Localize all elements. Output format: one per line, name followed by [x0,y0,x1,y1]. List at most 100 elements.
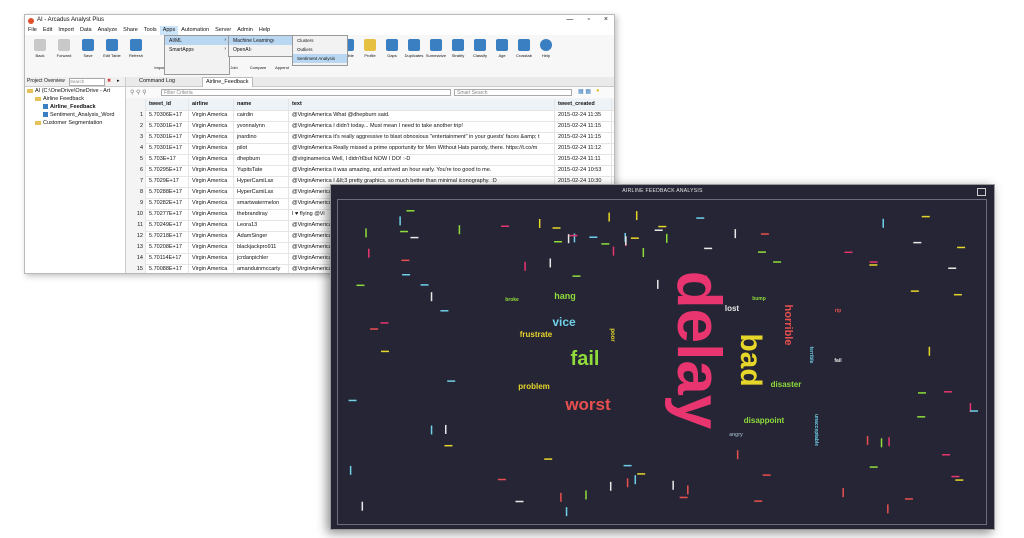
back-button[interactable]: Back [27,39,53,58]
table-cell[interactable]: AdamSinger [235,231,289,242]
menu-automation[interactable]: Automation [178,26,212,35]
menu-apps[interactable]: Apps [159,26,179,35]
menu-item-machine-learning[interactable]: Machine Learning› [229,36,293,45]
grid-tools-icon[interactable]: ▦ ▦ [578,88,591,95]
column-header-tweet-created[interactable]: tweet_created [556,99,612,110]
smart-search-input[interactable]: Smart Search [454,89,572,96]
ribbon-compare-label[interactable]: Compare [245,65,271,70]
table-cell[interactable]: 5.70218E+17 [147,231,189,242]
table-cell[interactable]: 5.70288E+17 [147,187,189,198]
table-cell[interactable]: Virgin America [190,110,234,121]
table-cell[interactable]: amanduinmccarty [235,264,289,273]
row-number[interactable]: 10 [126,209,146,220]
table-cell[interactable]: 5.70301E+17 [147,132,189,143]
table-cell[interactable]: 5.703E+17 [147,154,189,165]
table-cell[interactable]: 5.7029E+17 [147,176,189,187]
row-number[interactable]: 15 [126,264,146,273]
table-cell[interactable]: Virgin America [190,209,234,220]
table-cell[interactable]: Virgin America [190,220,234,231]
row-number[interactable]: 5 [126,154,146,165]
table-cell[interactable]: Virgin America [190,143,234,154]
table-cell[interactable]: YupitsTate [235,165,289,176]
column-header-airline[interactable]: airline [190,99,234,110]
filter-icon[interactable]: ⚲ ⚲ ⚲ [130,89,147,96]
tree-item-root[interactable]: AI (C:\OneDrive\OneDrive - Art [25,87,125,95]
row-number[interactable]: 11 [126,220,146,231]
column-header-text[interactable]: text [290,99,555,110]
table-cell[interactable]: 2015-02-24 11:12 [556,143,612,154]
table-cell[interactable]: Leora13 [235,220,289,231]
table-cell[interactable]: @VirginAmerica it was amazing, and arriv… [290,165,555,176]
table-cell[interactable]: 2015-02-24 10:53 [556,165,612,176]
table-cell[interactable]: Virgin America [190,187,234,198]
table-cell[interactable]: 5.70088E+17 [147,264,189,273]
row-number[interactable]: 1 [126,110,146,121]
table-cell[interactable]: Virgin America [190,264,234,273]
row-number[interactable]: 12 [126,231,146,242]
column-header-name[interactable]: name [235,99,289,110]
lightbulb-icon[interactable]: ● [596,88,600,94]
menu-file[interactable]: File [25,26,40,35]
table-cell[interactable]: Virgin America [190,253,234,264]
menu-item-outliers[interactable]: Outliers [293,45,347,54]
table-cell[interactable]: @VirginAmerica it's really aggressive to… [290,132,555,143]
menu-item-ai-ml[interactable]: AI/ML › [165,36,229,45]
table-cell[interactable]: @virginamerica Well, I didn't€but NOW I … [290,154,555,165]
table-cell[interactable]: 5.70282E+17 [147,198,189,209]
table-cell[interactable]: Virgin America [190,198,234,209]
table-cell[interactable]: @VirginAmerica Really missed a prime opp… [290,143,555,154]
row-number[interactable]: 2 [126,121,146,132]
minimize-button[interactable]: — [566,16,573,23]
table-cell[interactable]: thebrandiray [235,209,289,220]
row-number[interactable]: 4 [126,143,146,154]
table-cell[interactable]: 5.70301E+17 [147,143,189,154]
table-cell[interactable]: HyperCamiLax [235,176,289,187]
table-cell[interactable]: yvonnalynn [235,121,289,132]
help-button[interactable]: Help [533,39,559,58]
row-number[interactable]: 7 [126,176,146,187]
tab-airline-feedback[interactable]: Airline_Feedback [202,77,253,87]
filter-criteria-input[interactable]: Filter Criteria [161,89,451,96]
menu-item-openai[interactable]: OpenAI› [229,45,293,54]
close-icon[interactable]: ✖ [107,78,111,84]
menu-icon[interactable] [977,188,986,196]
table-cell[interactable]: Virgin America [190,132,234,143]
table-cell[interactable]: 2015-02-24 11:11 [556,154,612,165]
table-cell[interactable]: 5.70301E+17 [147,121,189,132]
menu-edit[interactable]: Edit [40,26,55,35]
edit-table-button[interactable]: Edit Table [99,39,125,58]
table-cell[interactable]: 5.70295E+17 [147,165,189,176]
tree-item-airline-feedback[interactable]: Airline Feedback [25,95,125,103]
table-cell[interactable]: smartwatermelon [235,198,289,209]
row-number[interactable]: 9 [126,198,146,209]
table-cell[interactable]: Virgin America [190,176,234,187]
menu-server[interactable]: Server [212,26,234,35]
tree-item-airline-feedback-table[interactable]: Airline_Feedback [25,103,125,111]
row-number[interactable]: 3 [126,132,146,143]
close-button[interactable]: × [604,16,608,23]
menu-admin[interactable]: Admin [234,26,256,35]
table-cell[interactable]: jcrdanpichler [235,253,289,264]
menu-item-sentiment-analysis[interactable]: Sentiment Analysis [293,54,347,63]
project-search-input[interactable]: Search [69,78,105,86]
table-cell[interactable]: 2015-02-24 11:35 [556,110,612,121]
table-cell[interactable]: cairdin [235,110,289,121]
tab-command-log[interactable]: Command Log [136,77,178,86]
table-cell[interactable]: @VirginAmerica I didn't today... Must me… [290,121,555,132]
table-cell[interactable]: Virgin America [190,165,234,176]
row-number[interactable]: 14 [126,253,146,264]
menu-import[interactable]: Import [55,26,77,35]
table-cell[interactable]: 5.70277E+17 [147,209,189,220]
menu-item-smartapps[interactable]: SmartApps › [165,45,229,54]
save-button[interactable]: Save [75,39,101,58]
column-header-tweet-id[interactable]: tweet_id [147,99,189,110]
table-cell[interactable]: Virgin America [190,154,234,165]
column-header[interactable] [126,99,146,110]
menu-tools[interactable]: Tools [141,26,160,35]
arrow-right-icon[interactable]: ▸ [117,78,120,84]
table-cell[interactable]: 2015-02-24 11:15 [556,121,612,132]
row-number[interactable]: 8 [126,187,146,198]
menu-help[interactable]: Help [256,26,273,35]
table-cell[interactable]: blackjackpro911 [235,242,289,253]
table-cell[interactable]: Virgin America [190,242,234,253]
